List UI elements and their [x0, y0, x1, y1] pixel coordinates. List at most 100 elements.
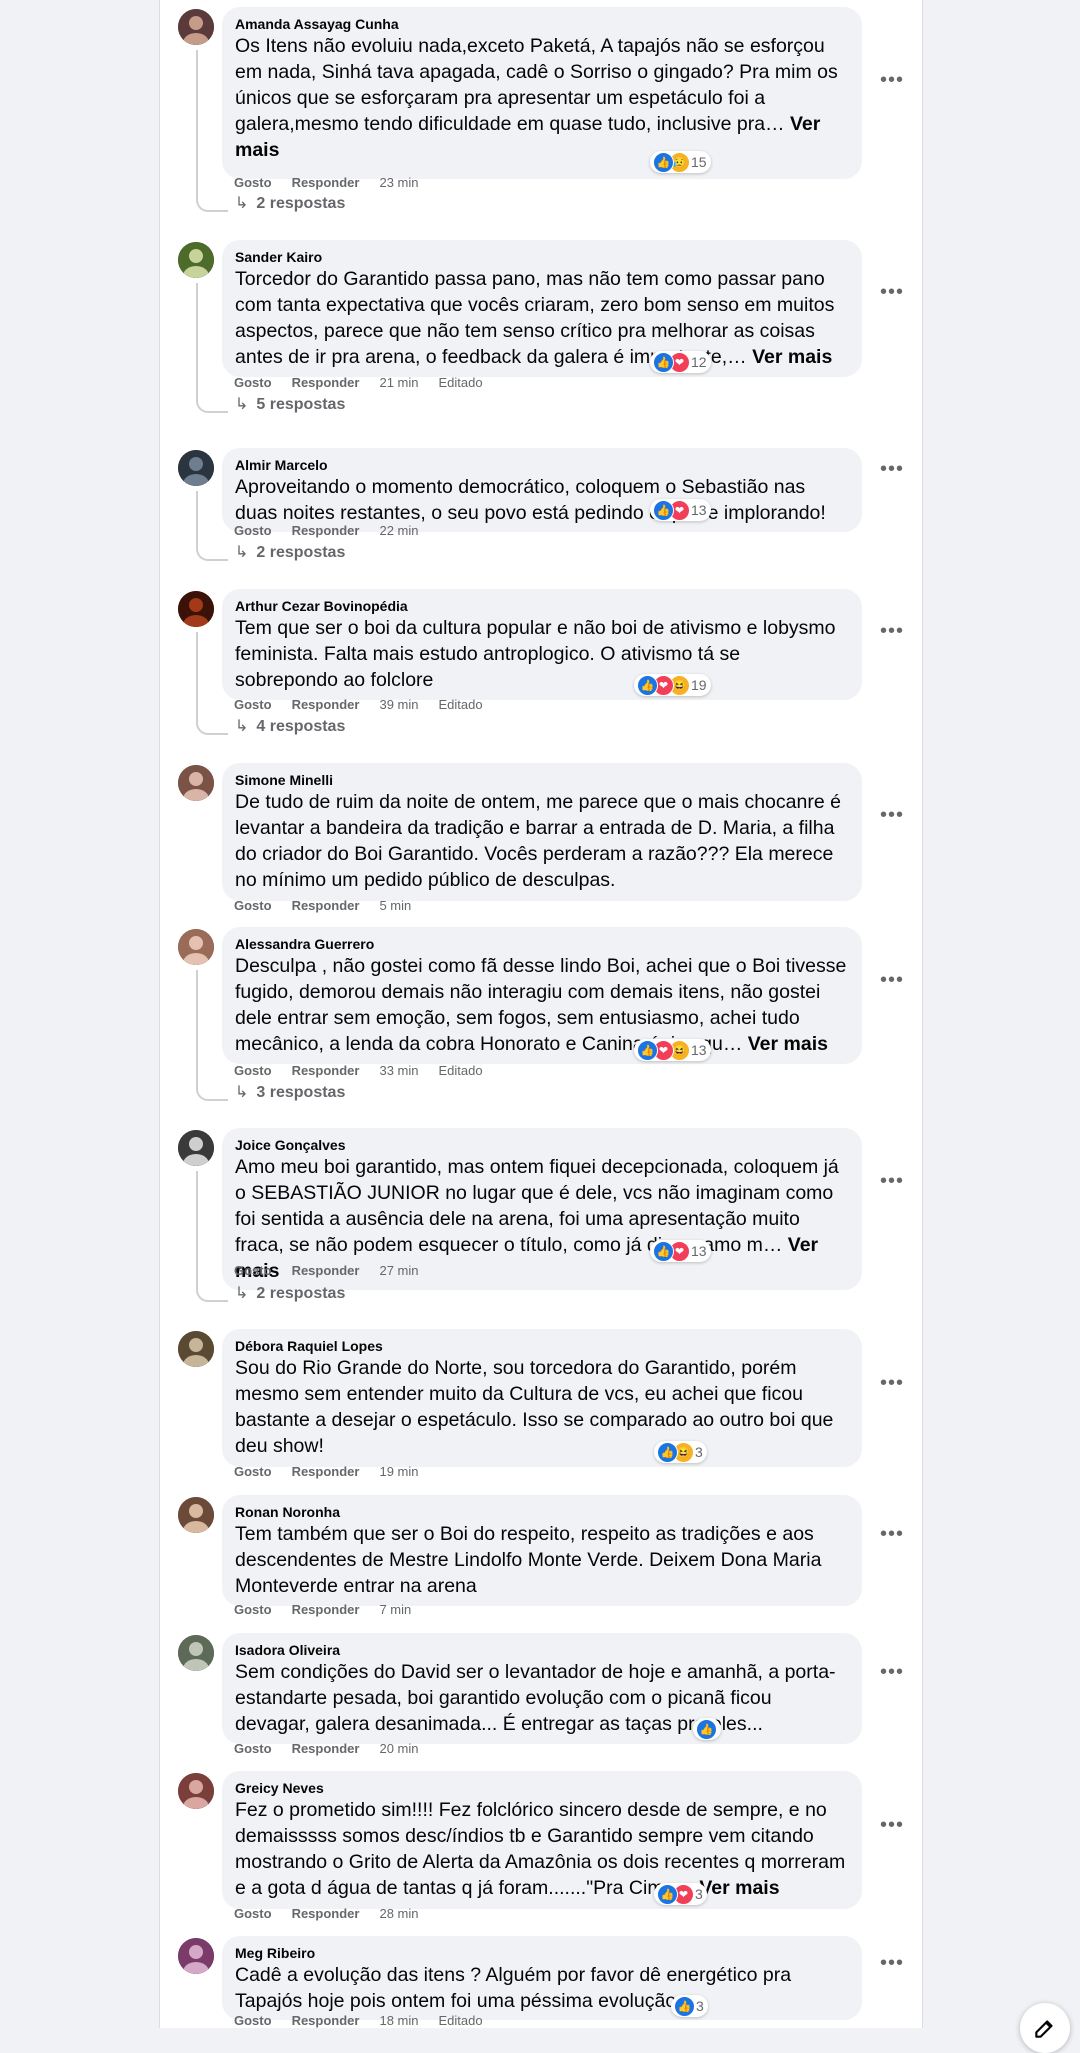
like-button[interactable]: Gosto — [234, 697, 272, 712]
reply-button[interactable]: Responder — [292, 1464, 360, 1479]
avatar[interactable] — [178, 1773, 214, 1809]
reactions-summary[interactable]: 👍 ❤ 😆 19 — [634, 674, 711, 696]
avatar[interactable] — [178, 929, 214, 965]
reply-button[interactable]: Responder — [292, 1906, 360, 1921]
view-replies-link[interactable]: ↳ 5 respostas — [235, 395, 345, 415]
reply-button[interactable]: Responder — [292, 1263, 360, 1278]
reply-arrow-icon: ↳ — [235, 1285, 249, 1302]
avatar[interactable] — [178, 450, 214, 486]
comment-body: Tem que ser o boi da cultura popular e n… — [235, 617, 836, 691]
avatar[interactable] — [178, 1130, 214, 1166]
reply-button[interactable]: Responder — [292, 697, 360, 712]
reply-button[interactable]: Responder — [292, 1741, 360, 1756]
view-replies-link[interactable]: ↳ 2 respostas — [235, 194, 345, 214]
comment-time[interactable]: 21 min — [379, 375, 418, 390]
more-options-icon[interactable]: ••• — [876, 282, 908, 302]
more-options-icon[interactable]: ••• — [876, 70, 908, 90]
more-options-icon[interactable]: ••• — [876, 1524, 908, 1544]
reactions-summary[interactable]: 👍 3 — [671, 1995, 708, 2017]
like-button[interactable]: Gosto — [234, 375, 272, 390]
comment-author[interactable]: Amanda Assayag Cunha — [235, 15, 848, 33]
reply-button[interactable]: Responder — [292, 375, 360, 390]
reply-arrow-icon: ↳ — [235, 544, 249, 561]
comment-author[interactable]: Isadora Oliveira — [235, 1641, 848, 1659]
comment-time[interactable]: 39 min — [379, 697, 418, 712]
like-button[interactable]: Gosto — [234, 898, 272, 913]
reactions-summary[interactable]: 👍 😆 3 — [654, 1441, 707, 1463]
comment-author[interactable]: Simone Minelli — [235, 771, 848, 789]
see-more-link[interactable]: Ver mais — [752, 346, 832, 368]
avatar[interactable] — [178, 1635, 214, 1671]
more-options-icon[interactable]: ••• — [876, 805, 908, 825]
like-button[interactable]: Gosto — [234, 2013, 272, 2028]
comment-author[interactable]: Meg Ribeiro — [235, 1944, 848, 1962]
reactions-summary[interactable]: 👍 ❤ 😆 13 — [634, 1039, 711, 1061]
comment-time[interactable]: 28 min — [379, 1906, 418, 1921]
compose-button[interactable] — [1020, 2003, 1070, 2053]
comment-author[interactable]: Ronan Noronha — [235, 1503, 848, 1521]
reactions-summary[interactable]: 👍 ❤ 13 — [650, 1240, 711, 1262]
comment: Sander Kairo Torcedor do Garantido passa … — [160, 233, 922, 413]
comment-body: Sou do Rio Grande do Norte, sou torcedor… — [235, 1357, 834, 1457]
more-options-icon[interactable]: ••• — [876, 1815, 908, 1835]
reply-button[interactable]: Responder — [292, 175, 360, 190]
view-replies-link[interactable]: ↳ 4 respostas — [235, 717, 345, 737]
comment-time[interactable]: 23 min — [379, 175, 418, 190]
reply-button[interactable]: Responder — [292, 523, 360, 538]
view-replies-link[interactable]: ↳ 3 respostas — [235, 1083, 345, 1103]
comment-author[interactable]: Arthur Cezar Bovinopédia — [235, 597, 848, 615]
like-button[interactable]: Gosto — [234, 1741, 272, 1756]
reply-button[interactable]: Responder — [292, 2013, 360, 2028]
more-options-icon[interactable]: ••• — [876, 1662, 908, 1682]
comment-author[interactable]: Joice Gonçalves — [235, 1136, 848, 1154]
avatar[interactable] — [178, 242, 214, 278]
reactions-summary[interactable]: 👍 ❤ 13 — [650, 499, 711, 521]
comment-time[interactable]: 22 min — [379, 523, 418, 538]
reply-button[interactable]: Responder — [292, 898, 360, 913]
comment-time[interactable]: 20 min — [379, 1741, 418, 1756]
comment-author[interactable]: Alessandra Guerrero — [235, 935, 848, 953]
avatar[interactable] — [178, 591, 214, 627]
reply-button[interactable]: Responder — [292, 1063, 360, 1078]
see-more-link[interactable]: Ver mais — [699, 1877, 779, 1899]
comment-body: Aproveitando o momento democrático, colo… — [235, 476, 826, 524]
comment-time[interactable]: 18 min — [379, 2013, 418, 2028]
comment-author[interactable]: Sander Kairo — [235, 248, 848, 266]
comment-time[interactable]: 7 min — [379, 1602, 411, 1617]
comment-author[interactable]: Débora Raquiel Lopes — [235, 1337, 848, 1355]
see-more-link[interactable]: Ver mais — [748, 1033, 828, 1055]
avatar[interactable] — [178, 1938, 214, 1974]
avatar[interactable] — [178, 1497, 214, 1533]
like-button[interactable]: Gosto — [234, 1602, 272, 1617]
like-button[interactable]: Gosto — [234, 1063, 272, 1078]
avatar[interactable] — [178, 765, 214, 801]
comment-time[interactable]: 19 min — [379, 1464, 418, 1479]
more-options-icon[interactable]: ••• — [876, 1171, 908, 1191]
reply-button[interactable]: Responder — [292, 1602, 360, 1617]
more-options-icon[interactable]: ••• — [876, 621, 908, 641]
more-options-icon[interactable]: ••• — [876, 970, 908, 990]
like-button[interactable]: Gosto — [234, 1464, 272, 1479]
avatar[interactable] — [178, 1331, 214, 1367]
avatar[interactable] — [178, 9, 214, 45]
comment-time[interactable]: 5 min — [379, 898, 411, 913]
like-button[interactable]: Gosto — [234, 175, 272, 190]
comment-time[interactable]: 33 min — [379, 1063, 418, 1078]
like-button[interactable]: Gosto — [234, 1263, 272, 1278]
more-options-icon[interactable]: ••• — [876, 1373, 908, 1393]
more-options-icon[interactable]: ••• — [876, 459, 908, 479]
reactions-summary[interactable]: 👍 — [693, 1718, 721, 1740]
comment-author[interactable]: Greicy Neves — [235, 1779, 848, 1797]
like-button[interactable]: Gosto — [234, 1906, 272, 1921]
comment: Isadora Oliveira Sem condições do David s… — [160, 1626, 922, 1756]
comment-author[interactable]: Almir Marcelo — [235, 456, 848, 474]
comment-time[interactable]: 27 min — [379, 1263, 418, 1278]
like-button[interactable]: Gosto — [234, 523, 272, 538]
view-replies-link[interactable]: ↳ 2 respostas — [235, 1284, 345, 1304]
reactions-summary[interactable]: 👍 ❤ 3 — [654, 1883, 707, 1905]
reactions-summary[interactable]: 👍 ❤ 12 — [650, 351, 711, 373]
view-replies-link[interactable]: ↳ 2 respostas — [235, 543, 345, 563]
avatar-photo — [178, 1497, 214, 1533]
more-options-icon[interactable]: ••• — [876, 1953, 908, 1973]
reactions-summary[interactable]: 👍 😥 15 — [650, 151, 711, 173]
